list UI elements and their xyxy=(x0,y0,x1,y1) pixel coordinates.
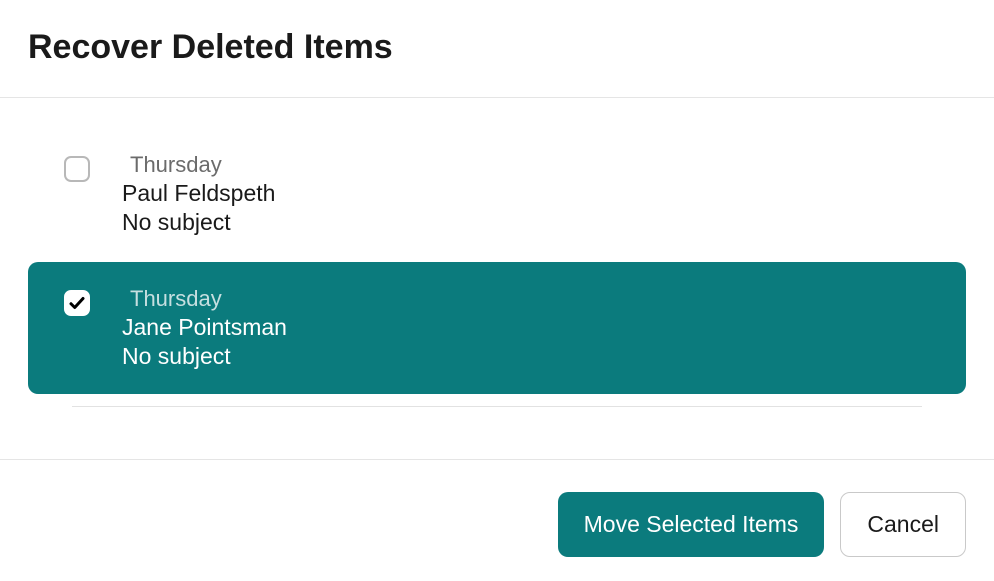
item-content: Thursday Jane Pointsman No subject xyxy=(122,286,287,370)
item-day: Thursday xyxy=(130,152,275,178)
dialog-footer: Move Selected Items Cancel xyxy=(0,459,994,581)
cancel-button[interactable]: Cancel xyxy=(840,492,966,557)
item-day: Thursday xyxy=(130,286,287,312)
item-content: Thursday Paul Feldspeth No subject xyxy=(122,152,275,236)
item-sender: Jane Pointsman xyxy=(122,314,287,341)
items-list: Thursday Paul Feldspeth No subject Thurs… xyxy=(0,98,994,407)
list-divider xyxy=(72,406,922,407)
check-icon xyxy=(68,294,86,312)
dialog-title: Recover Deleted Items xyxy=(28,28,966,67)
move-selected-button[interactable]: Move Selected Items xyxy=(558,492,825,557)
item-subject: No subject xyxy=(122,209,275,236)
item-sender: Paul Feldspeth xyxy=(122,180,275,207)
item-subject: No subject xyxy=(122,343,287,370)
item-checkbox[interactable] xyxy=(64,156,90,182)
dialog-header: Recover Deleted Items xyxy=(0,0,994,98)
list-item[interactable]: Thursday Jane Pointsman No subject xyxy=(28,262,966,394)
item-checkbox[interactable] xyxy=(64,290,90,316)
list-item[interactable]: Thursday Paul Feldspeth No subject xyxy=(28,128,966,260)
